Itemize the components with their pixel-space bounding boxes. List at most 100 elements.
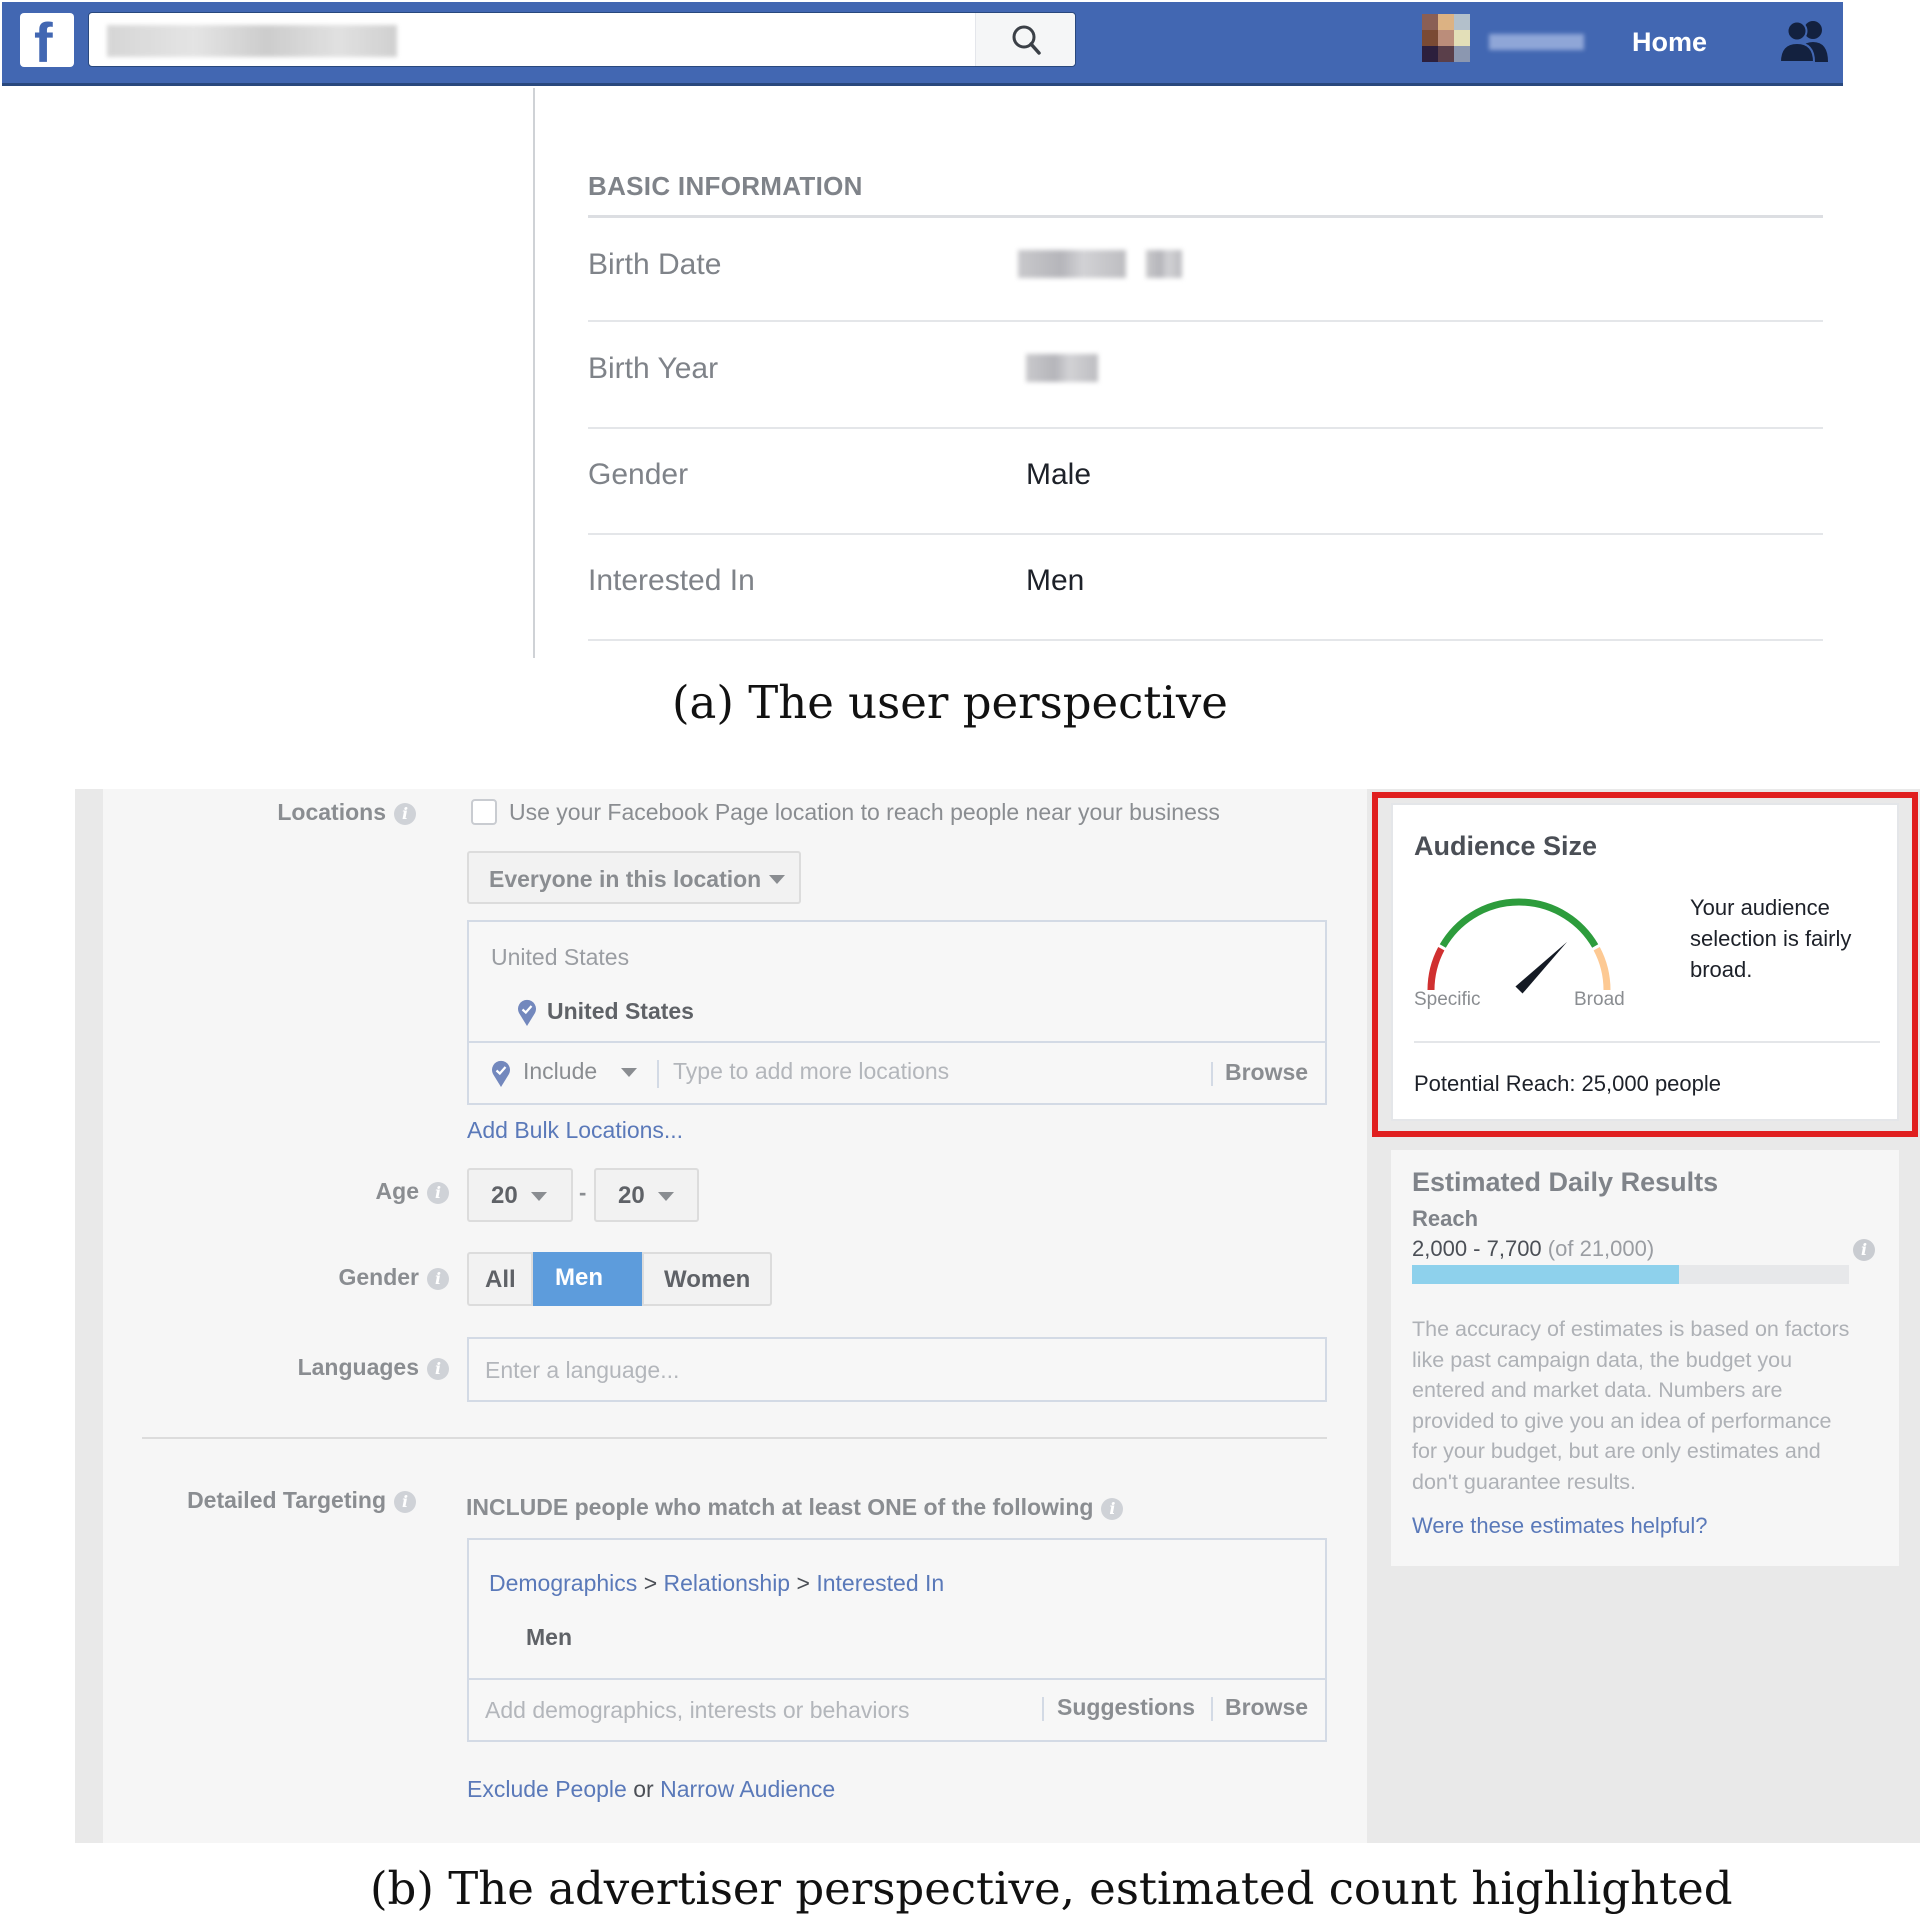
location-group-header: United States [491, 944, 630, 970]
estimated-daily-results-card: Estimated Daily Results Reach 2,000 - 7,… [1391, 1150, 1899, 1566]
avatar-pixel [1422, 14, 1438, 30]
profile-name-redacted[interactable] [1489, 34, 1584, 50]
info-icon[interactable]: i [394, 802, 416, 825]
breadcrumb-interested-in[interactable]: Interested In [816, 1570, 944, 1596]
section-title: BASIC INFORMATION [588, 171, 863, 201]
age-max-value: 20 [618, 1182, 645, 1209]
age-separator: - [579, 1180, 587, 1205]
browse-locations-button[interactable]: Browse [1225, 1057, 1308, 1087]
info-icon[interactable]: i [427, 1181, 449, 1204]
divider [1042, 1697, 1044, 1721]
gender-label: Gender i [109, 1262, 449, 1292]
page-location-checkbox-label[interactable]: Use your Facebook Page location to reach… [509, 797, 1220, 827]
gender-option-all[interactable]: All [467, 1252, 533, 1306]
age-min-dropdown[interactable]: 20 [467, 1168, 573, 1222]
age-label-text: Age [375, 1178, 419, 1204]
breadcrumb-relationship[interactable]: Relationship [664, 1570, 791, 1596]
exclude-people-link[interactable]: Exclude People [467, 1776, 627, 1802]
avatar-pixel [1454, 46, 1470, 62]
gender-option-men-label: Men [555, 1264, 603, 1291]
info-value-interested-in: Men [1026, 564, 1085, 597]
avatar-pixel [1438, 46, 1454, 62]
detailed-targeting-box: Demographics > Relationship > Interested… [467, 1538, 1327, 1742]
locations-label-text: Locations [277, 799, 386, 825]
search-button[interactable] [975, 13, 1075, 66]
info-icon[interactable]: i [427, 1357, 449, 1380]
gender-option-men-selected[interactable]: Men [533, 1252, 642, 1306]
divider [588, 215, 1823, 218]
selected-targeting-item[interactable]: Men [526, 1622, 572, 1652]
sidebar-divider [533, 88, 535, 658]
selected-location[interactable]: United States [547, 996, 694, 1026]
add-bulk-locations-link[interactable]: Add Bulk Locations... [467, 1115, 683, 1145]
detailed-targeting-label-text: Detailed Targeting [187, 1487, 386, 1513]
avatar-pixel [1422, 30, 1438, 46]
location-pin-icon [518, 999, 536, 1026]
include-dropdown[interactable]: Include [523, 1052, 658, 1092]
facebook-header: f Home [2, 2, 1843, 86]
detailed-targeting-label: Detailed Targeting i [76, 1485, 416, 1515]
info-icon[interactable]: i [1101, 1497, 1124, 1520]
home-link[interactable]: Home [1632, 24, 1707, 60]
breadcrumb-separator: > [643, 1570, 658, 1596]
exclude-narrow-links: Exclude People or Narrow Audience [467, 1774, 835, 1804]
browse-targeting-button[interactable]: Browse [1225, 1692, 1308, 1722]
page-location-checkbox[interactable] [471, 799, 497, 825]
chevron-down-icon [621, 1068, 637, 1077]
info-icon[interactable]: i [394, 1490, 416, 1513]
facebook-logo[interactable]: f [20, 13, 74, 73]
languages-label: Languages i [109, 1352, 449, 1382]
locations-box: United States United States Include Type… [467, 920, 1327, 1105]
info-icon[interactable]: i [1853, 1239, 1875, 1261]
language-input-placeholder: Enter a language... [485, 1357, 680, 1383]
reach-range: 2,000 - 7,700 (of 21,000) [1412, 1234, 1654, 1264]
estimates-disclaimer: The accuracy of estimates is based on fa… [1412, 1317, 1850, 1494]
include-dropdown-value: Include [523, 1058, 598, 1084]
language-input[interactable]: Enter a language... [467, 1337, 1327, 1402]
age-min-value: 20 [491, 1182, 518, 1209]
add-targeting-input[interactable]: Add demographics, interests or behaviors [485, 1695, 909, 1725]
location-pin-icon [492, 1060, 510, 1087]
include-criteria-label: INCLUDE people who match at least ONE of… [466, 1494, 1094, 1520]
divider [1211, 1697, 1213, 1721]
breadcrumb-separator: > [796, 1570, 810, 1596]
info-label-birth-year: Birth Year [588, 352, 719, 385]
add-location-input[interactable]: Type to add more locations [673, 1056, 949, 1086]
location-type-dropdown[interactable]: Everyone in this location [467, 851, 801, 904]
avatar-pixel [1438, 14, 1454, 30]
avatar-pixel [1422, 46, 1438, 62]
divider [469, 1678, 1325, 1680]
figure-caption-b: (b) The advertiser perspective, estimate… [370, 1862, 1733, 1915]
divider [588, 639, 1823, 641]
info-value-birth-year-redacted [1026, 354, 1106, 386]
or-text: or [633, 1776, 654, 1802]
info-value-birth-date-redacted [1018, 250, 1188, 282]
breadcrumb-demographics[interactable]: Demographics [489, 1570, 637, 1596]
locations-label: Locations i [76, 797, 416, 827]
info-label-birth-date: Birth Date [588, 248, 722, 281]
avatar-pixel [1454, 30, 1470, 46]
estimates-feedback-link[interactable]: Were these estimates helpful? [1412, 1511, 1708, 1541]
targeting-breadcrumb: Demographics > Relationship > Interested… [489, 1568, 944, 1598]
gender-option-women[interactable]: Women [642, 1252, 772, 1306]
estimated-results-title: Estimated Daily Results [1412, 1167, 1719, 1197]
info-icon[interactable]: i [427, 1267, 449, 1290]
search-input[interactable] [88, 12, 1076, 67]
divider [1211, 1062, 1213, 1086]
gender-option-women-label: Women [664, 1266, 751, 1293]
narrow-audience-link[interactable]: Narrow Audience [660, 1776, 835, 1802]
facebook-logo-glyph: f [34, 11, 53, 74]
languages-label-text: Languages [297, 1354, 419, 1380]
age-max-dropdown[interactable]: 20 [594, 1168, 699, 1222]
reach-bar-fill [1412, 1265, 1679, 1284]
gender-label-text: Gender [338, 1264, 419, 1290]
reach-bar-track [1412, 1265, 1849, 1284]
info-value-gender: Male [1026, 458, 1092, 491]
friend-requests-icon[interactable] [1778, 20, 1832, 62]
divider [469, 1041, 1325, 1043]
divider [142, 1437, 1327, 1439]
suggestions-button[interactable]: Suggestions [1057, 1692, 1195, 1722]
age-label: Age i [109, 1176, 449, 1206]
figure-caption-a: (a) The user perspective [672, 676, 1228, 729]
avatar-pixel [1438, 30, 1454, 46]
